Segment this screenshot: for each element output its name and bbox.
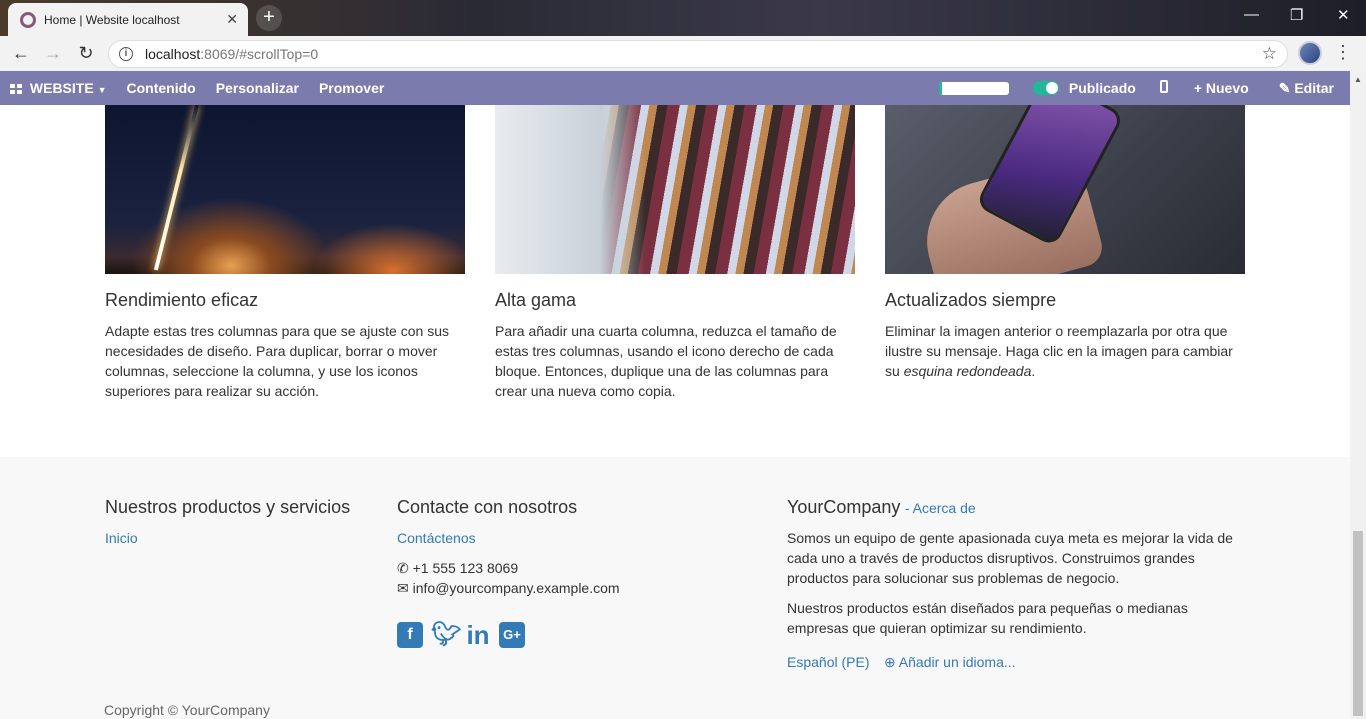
feature-text-1: Adapte estas tres columnas para que se a… [105,323,449,399]
email-address: info@yourcompany.example.com [412,580,620,596]
new-tab-button[interactable]: + [256,5,282,31]
website-menu-button[interactable]: WEBSITE ▼ [0,71,116,105]
progress-fill [938,81,943,95]
contact-link[interactable]: Contáctenos [397,530,476,546]
mobile-phone-icon [1159,80,1168,93]
site-footer: Nuestros productos y servicios Inicio Co… [0,457,1350,719]
apps-grid-icon [10,84,22,94]
feature-column-3: Actualizados siempre Eliminar la imagen … [885,105,1245,381]
linkedin-icon[interactable]: in [465,622,491,648]
menu-personalizar[interactable]: Personalizar [206,71,309,105]
features-section: Rendimiento eficaz Adapte estas tres col… [0,105,1350,457]
plus-icon: + [1193,80,1206,96]
address-bar-row: ← → ↻ i localhost :8069/#scrollTop=0 ☆ ⋮ [0,36,1366,71]
hand-phone-image [885,105,1245,274]
feature-column-1: Rendimiento eficaz Adapte estas tres col… [105,105,465,401]
pencil-icon: ✎ [1278,80,1295,96]
profile-avatar[interactable] [1298,41,1322,65]
menu-promover[interactable]: Promover [309,71,394,105]
phone-number: +1 555 123 8069 [412,560,519,576]
envelope-icon: ✉ [397,580,413,596]
footer-products: Nuestros productos y servicios Inicio [105,497,375,548]
copyright-text: Copyright © YourCompany [104,702,270,718]
bookmark-star-icon[interactable]: ☆ [1262,44,1277,64]
about-link[interactable]: - Acerca de [905,500,976,516]
new-button[interactable]: + Nuevo [1182,71,1261,105]
google-plus-icon[interactable]: G+ [499,622,525,648]
contact-title: Contacte con nosotros [397,497,578,517]
browser-tab-strip: Home | Website localhost ✕ + — ❐ ✕ [0,0,1366,36]
browser-tab[interactable]: Home | Website localhost ✕ [8,3,248,36]
phone-line: ✆ +1 555 123 8069 [397,558,757,578]
restore-icon[interactable]: ❐ [1290,6,1303,24]
twitter-icon[interactable]: 🐦︎ [431,622,461,648]
editor-actions: Publicado + Nuevo ✎ Editar [938,71,1350,105]
rocket-launch-image [105,105,465,274]
feature-title-1: Rendimiento eficaz [105,290,259,310]
add-language-button[interactable]: ⊕ Añadir un idioma... [884,654,1016,671]
edit-label: Editar [1294,80,1334,96]
company-name: YourCompany [787,497,901,517]
feature-text-3-em: esquina redondeada [903,363,1032,379]
forward-arrow-icon[interactable]: → [41,42,65,66]
site-info-icon[interactable]: i [119,47,133,61]
new-label: Nuevo [1205,80,1249,96]
seo-progress-bar [938,81,1009,95]
phone-icon: ✆ [397,560,413,576]
browser-menu-icon[interactable]: ⋮ [1334,42,1352,63]
footer-contact: Contacte con nosotros Contáctenos ✆ +1 5… [397,497,757,648]
feature-text-2: Para añadir una cuarta columna, reduzca … [495,323,837,399]
close-tab-icon[interactable]: ✕ [226,11,238,28]
tab-title: Home | Website localhost [44,12,180,27]
facebook-icon[interactable]: f [397,622,423,648]
feature-text-3-end: . [1031,363,1036,379]
back-arrow-icon[interactable]: ← [9,42,33,66]
about-paragraph-2: Nuestros productos están diseñados para … [787,600,1188,636]
scroll-up-arrow-icon[interactable]: ▲ [1354,75,1362,84]
minimize-icon[interactable]: — [1244,6,1259,23]
toggle-knob [1045,82,1058,94]
published-label[interactable]: Publicado [1065,71,1146,105]
url-path: :8069/#scrollTop=0 [200,46,319,62]
footer-about: YourCompany - Acerca de Somos un equipo … [787,497,1237,672]
url-input[interactable]: i localhost :8069/#scrollTop=0 ☆ [108,40,1288,68]
about-heading: YourCompany - Acerca de [787,497,1237,518]
clothes-rack-image [495,105,855,274]
close-window-icon[interactable]: ✕ [1337,6,1350,24]
feature-title-3: Actualizados siempre [885,290,1057,310]
rocket-trail [153,105,199,271]
page-scrollbar[interactable]: ▲ [1350,71,1366,719]
about-paragraph-1: Somos un equipo de gente apasionada cuya… [787,530,1233,586]
plus-circle-icon: ⊕ [883,654,899,670]
mobile-preview-button[interactable] [1146,71,1182,105]
website-editor-bar: WEBSITE ▼ Contenido Personalizar Promove… [0,71,1350,105]
language-link[interactable]: Español (PE) [787,654,869,670]
add-language-link: Añadir un idioma... [898,654,1016,670]
feature-title-2: Alta gama [495,290,577,310]
language-row: Español (PE) ⊕ Añadir un idioma... [787,654,1237,672]
edit-button[interactable]: ✎ Editar [1261,71,1350,105]
url-host: localhost [145,46,201,62]
inicio-link[interactable]: Inicio [105,530,138,546]
reload-icon[interactable]: ↻ [74,42,98,66]
social-links: f 🐦︎ in G+ [397,622,757,648]
email-line: ✉ info@yourcompany.example.com [397,578,757,598]
feature-column-2: Alta gama Para añadir una cuarta columna… [495,105,855,401]
publish-toggle[interactable] [1032,81,1059,95]
menu-contenido[interactable]: Contenido [116,71,205,105]
website-label: WEBSITE [29,80,94,96]
odoo-favicon-icon [20,11,36,28]
products-title: Nuestros productos y servicios [105,497,351,517]
scrollbar-thumb[interactable] [1353,531,1363,716]
caret-down-icon: ▼ [97,85,107,95]
feature-text-3: Eliminar la imagen anterior o reemplazar… [885,321,1245,381]
